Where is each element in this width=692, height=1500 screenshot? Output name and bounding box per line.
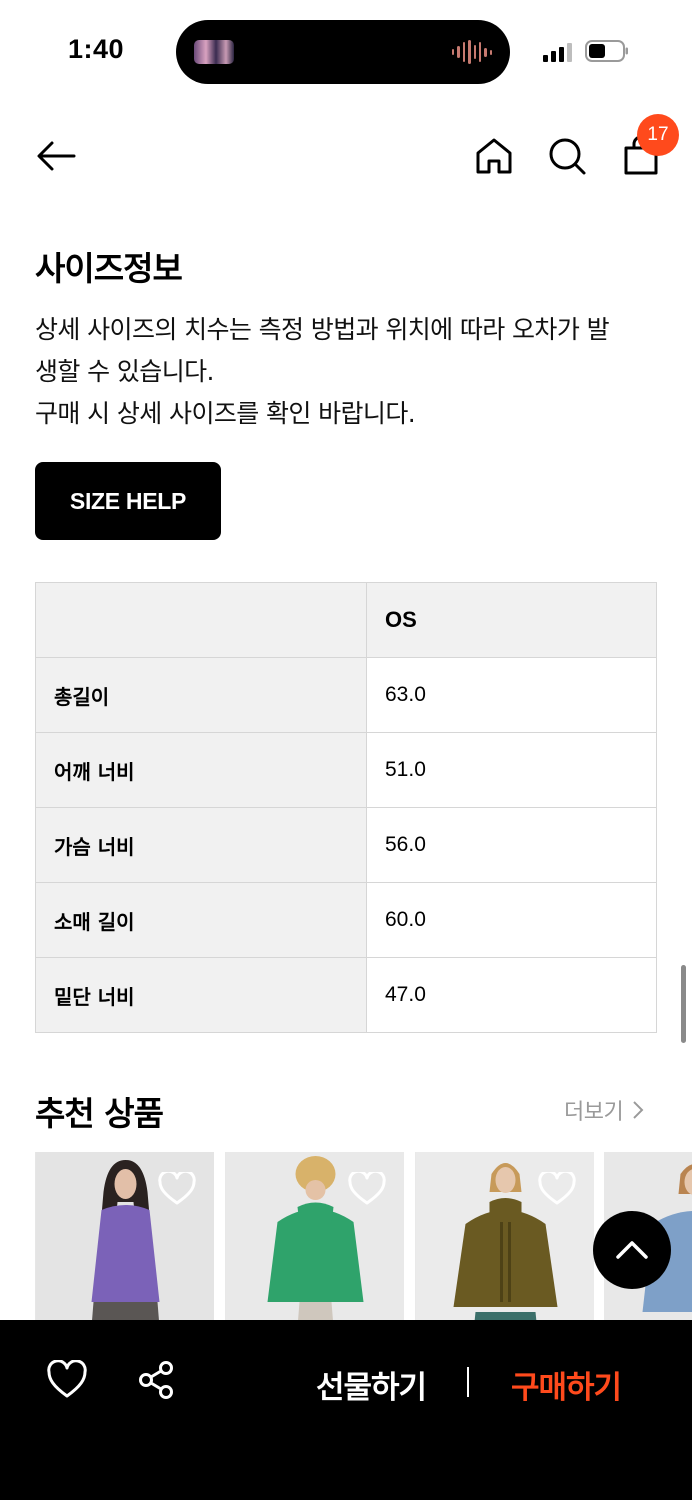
table-row: 총길이 63.0 (35, 657, 657, 733)
size-row-value: 51.0 (366, 732, 657, 808)
size-row-value: 47.0 (366, 957, 657, 1033)
size-row-value: 60.0 (366, 882, 657, 958)
size-row-value: 56.0 (366, 807, 657, 883)
product-card[interactable] (225, 1152, 404, 1322)
divider (467, 1367, 469, 1397)
search-icon[interactable] (547, 136, 587, 176)
chevron-right-icon (633, 1101, 644, 1119)
size-row-label: 밑단 너비 (35, 957, 367, 1033)
size-table-corner (35, 582, 367, 658)
size-info-desc-line: 생할 수 있습니다. (35, 357, 214, 386)
product-carousel[interactable] (35, 1152, 692, 1322)
table-row: 어깨 너비 51.0 (35, 732, 657, 808)
chevron-up-icon (616, 1241, 648, 1259)
battery-icon (585, 40, 628, 62)
back-arrow-icon[interactable] (36, 136, 76, 176)
table-row: 가슴 너비 56.0 (35, 807, 657, 883)
table-row: 소매 길이 60.0 (35, 882, 657, 958)
home-icon[interactable] (474, 136, 514, 176)
more-label: 더보기 (564, 1100, 624, 1125)
recommend-title: 추천 상품 (35, 1094, 164, 1133)
buy-button[interactable]: 구매하기 (511, 1362, 622, 1407)
cellular-signal-icon (543, 43, 572, 62)
product-card[interactable] (35, 1152, 214, 1322)
size-column-header: OS (366, 582, 657, 658)
size-info-title: 사이즈정보 (35, 249, 183, 288)
size-row-label: 소매 길이 (35, 882, 367, 958)
size-info-desc-line: 상세 사이즈의 치수는 측정 방법과 위치에 따라 오차가 발 (35, 315, 610, 344)
cart-count-badge: 17 (637, 114, 679, 156)
size-row-label: 가슴 너비 (35, 807, 367, 883)
audio-waveform-icon (452, 40, 492, 64)
status-time: 1:40 (68, 34, 125, 64)
now-playing-artwork (194, 40, 234, 64)
scroll-to-top-button[interactable] (593, 1211, 671, 1289)
size-info-description: 상세 사이즈의 치수는 측정 방법과 위치에 따라 오차가 발 생할 수 있습니… (35, 309, 665, 435)
more-link[interactable]: 더보기 (564, 1094, 645, 1126)
share-icon[interactable] (137, 1360, 177, 1400)
wishlist-heart-icon[interactable] (538, 1172, 576, 1206)
gift-button[interactable]: 선물하기 (316, 1362, 427, 1407)
size-help-button[interactable]: SIZE HELP (35, 462, 221, 540)
size-table: OS 총길이 63.0 어깨 너비 51.0 가슴 너비 56.0 소매 길이 … (35, 582, 657, 1033)
size-row-label: 어깨 너비 (35, 732, 367, 808)
size-row-value: 63.0 (366, 657, 657, 733)
heart-icon[interactable] (47, 1360, 87, 1400)
bottom-action-bar: 선물하기 구매하기 (0, 1320, 692, 1500)
dynamic-island[interactable] (176, 20, 510, 84)
product-card[interactable] (415, 1152, 594, 1322)
table-row: 밑단 너비 47.0 (35, 957, 657, 1033)
size-table-header: OS (35, 582, 657, 658)
scrollbar[interactable] (681, 965, 686, 1043)
size-info-desc-line: 구매 시 상세 사이즈를 확인 바랍니다. (35, 399, 416, 428)
wishlist-heart-icon[interactable] (158, 1172, 196, 1206)
size-row-label: 총길이 (35, 657, 367, 733)
wishlist-heart-icon[interactable] (348, 1172, 386, 1206)
